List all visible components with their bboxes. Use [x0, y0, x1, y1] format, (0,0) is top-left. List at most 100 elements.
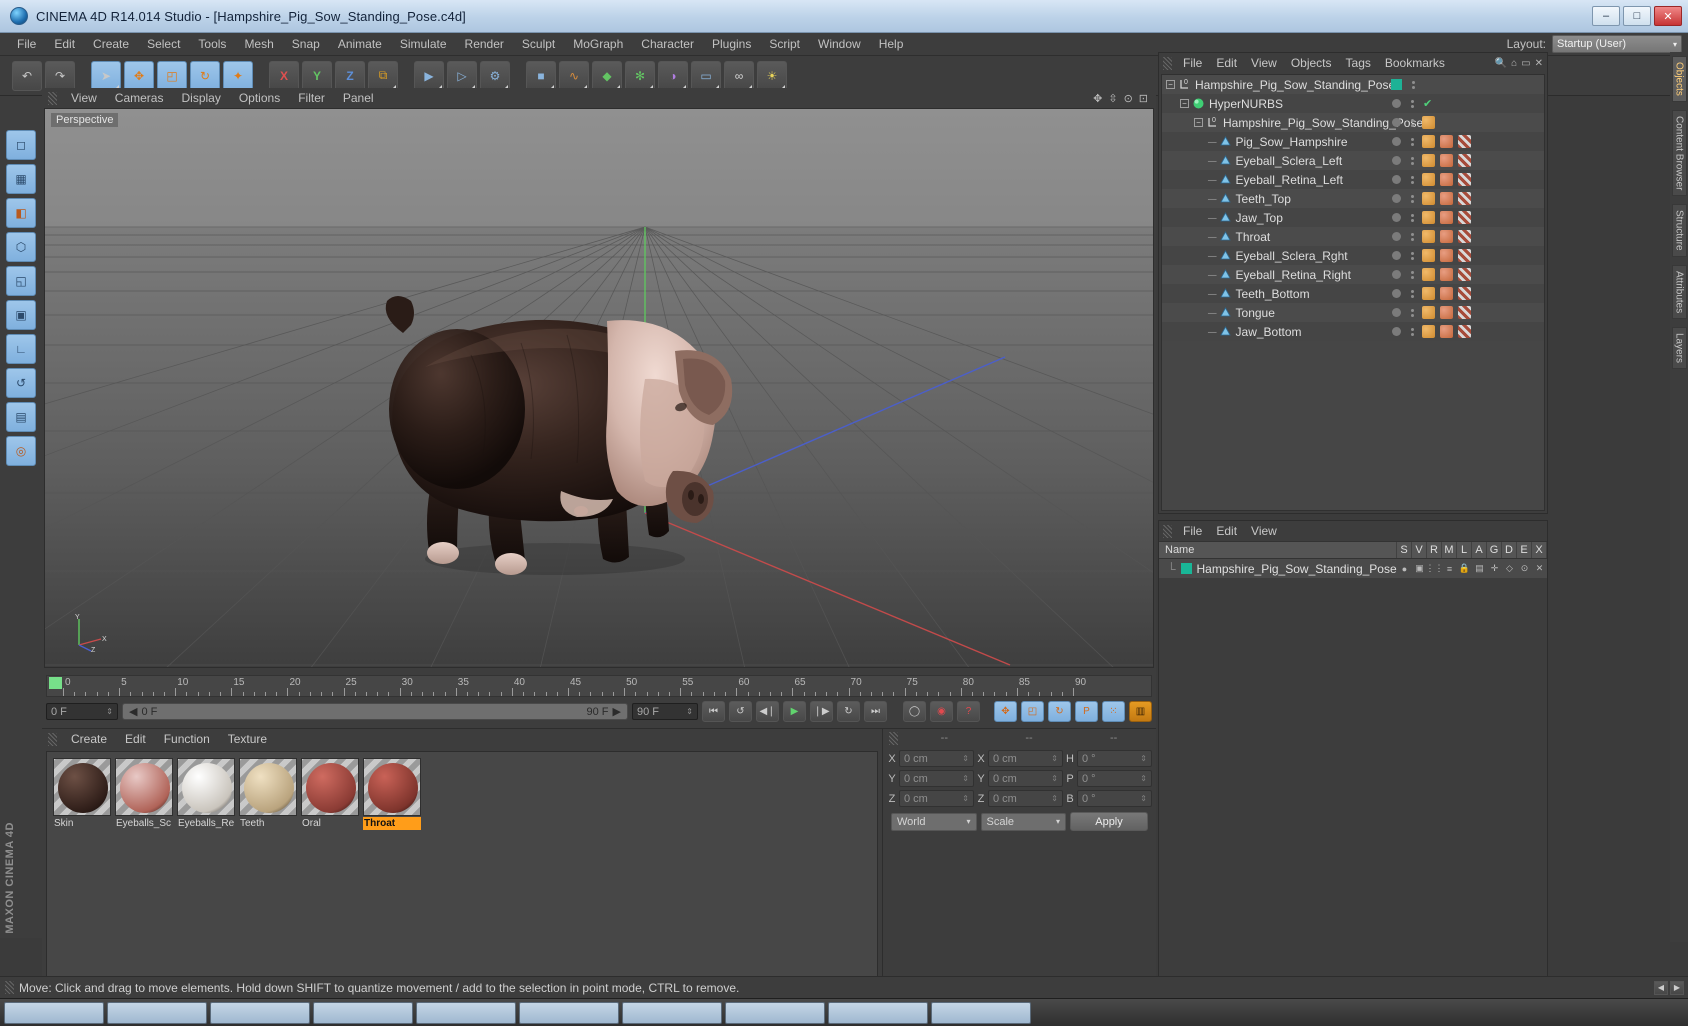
layers-menu-view[interactable]: View [1244, 521, 1284, 541]
object-tag-icon[interactable] [1458, 287, 1471, 300]
rotation-b-field[interactable]: 0 ° ⇕ [1077, 790, 1152, 807]
go-to-end-button[interactable]: ⏭ [864, 701, 887, 722]
taskbar-item[interactable] [519, 1001, 619, 1024]
object-tree[interactable]: −0 Hampshire_Pig_Sow_Standing_Pose − HyperN… [1161, 74, 1545, 511]
material-item[interactable]: Throat [363, 758, 421, 830]
object-tag-icon[interactable] [1458, 230, 1471, 243]
object-tree-row[interactable]: ─ Pig_Sow_Hampshire [1162, 132, 1544, 151]
material-swatch[interactable] [363, 758, 421, 816]
taskbar-item[interactable] [4, 1001, 104, 1024]
object-visibility-dot[interactable] [1392, 118, 1401, 127]
lock-z-axis-button[interactable]: Z [335, 60, 365, 91]
stepper-icon[interactable]: ⇕ [686, 707, 693, 716]
material-menu-texture[interactable]: Texture [220, 729, 275, 749]
object-tree-row[interactable]: ─ Eyeball_Retina_Right [1162, 265, 1544, 284]
object-tag-icon[interactable] [1440, 325, 1453, 338]
object-menu-view[interactable]: View [1244, 53, 1284, 73]
layer-color-swatch[interactable] [1180, 563, 1192, 574]
menu-script[interactable]: Script [760, 33, 809, 56]
menu-mesh[interactable]: Mesh [235, 33, 282, 56]
stepper-icon[interactable]: ⇕ [106, 707, 113, 716]
play-loop-button[interactable]: ↻ [837, 701, 860, 722]
maximize-viewport-icon[interactable]: ⊡ [1139, 92, 1148, 105]
object-enabled-check-icon[interactable]: ✔ [1423, 97, 1432, 110]
object-visibility-dot[interactable] [1392, 194, 1401, 203]
object-visibility-dot[interactable] [1392, 270, 1401, 279]
viewport-menu-panel[interactable]: Panel [335, 88, 382, 108]
object-visibility-dots[interactable] [1407, 213, 1417, 222]
object-tag-icon[interactable] [1440, 287, 1453, 300]
object-tree-row[interactable]: ─ Eyeball_Sclera_Left [1162, 151, 1544, 170]
object-tag-icon[interactable] [1440, 268, 1453, 281]
stepper-icon[interactable]: ⇕ [1051, 754, 1058, 763]
object-tag-icon[interactable] [1440, 230, 1453, 243]
menu-tools[interactable]: Tools [189, 33, 235, 56]
object-visibility-dots[interactable] [1407, 289, 1417, 298]
rotation-key-button[interactable]: ↻ [1048, 701, 1071, 722]
object-axis-mode-button[interactable]: ▣ [6, 300, 36, 330]
scale-tool-button[interactable]: ◰ [157, 60, 187, 91]
object-tag-icon[interactable] [1422, 211, 1435, 224]
tab-structure[interactable]: Structure [1671, 204, 1687, 257]
layers-col-e[interactable]: E [1517, 542, 1532, 558]
object-tree-row[interactable]: ─ Throat [1162, 227, 1544, 246]
position-key-button[interactable]: ✥ [994, 701, 1017, 722]
select-tool-button[interactable]: ➤ [91, 60, 121, 91]
object-tag-icon[interactable] [1458, 306, 1471, 319]
stepper-icon[interactable]: ⇕ [1051, 794, 1058, 803]
object-visibility-dot[interactable] [1392, 156, 1401, 165]
layers-col-m[interactable]: M [1442, 542, 1457, 558]
scrub-left-icon[interactable]: ◀ [129, 705, 137, 718]
panel-grip-icon[interactable] [48, 91, 57, 105]
layers-col-a[interactable]: A [1472, 542, 1487, 558]
layer-animation-toggle[interactable]: ▤ [1472, 563, 1487, 574]
object-tag-icon[interactable] [1422, 154, 1435, 167]
taskbar-item[interactable] [931, 1001, 1031, 1024]
play-forward-button[interactable]: ▶ [783, 701, 806, 722]
add-camera-button[interactable]: ▭ [691, 60, 721, 91]
object-visibility-dot[interactable] [1392, 99, 1401, 108]
scale-key-button[interactable]: ◰ [1021, 701, 1044, 722]
object-visibility-dots[interactable] [1407, 232, 1417, 241]
coordinate-system-dropdown[interactable]: World ▾ [891, 812, 977, 831]
object-visibility-dots[interactable] [1407, 175, 1417, 184]
polygon-mode-button[interactable]: ◧ [6, 198, 36, 228]
edges-mode-button[interactable]: ◱ [6, 266, 36, 296]
object-tag-icon[interactable] [1422, 249, 1435, 262]
layers-col-l[interactable]: L [1457, 542, 1472, 558]
taskbar-item[interactable] [210, 1001, 310, 1024]
menu-mograph[interactable]: MoGraph [564, 33, 632, 56]
object-visibility-dots[interactable] [1407, 118, 1417, 127]
object-tag-icon[interactable] [1458, 192, 1471, 205]
object-tag-icon[interactable] [1458, 173, 1471, 186]
material-item[interactable]: Eyeballs_Sc [115, 758, 173, 830]
previous-frame-button[interactable]: ◀❘ [756, 701, 779, 722]
menu-create[interactable]: Create [84, 33, 138, 56]
material-item[interactable]: Oral [301, 758, 359, 830]
object-visibility-dot[interactable] [1392, 175, 1401, 184]
stepper-icon[interactable]: ⇕ [1051, 774, 1058, 783]
go-to-start-button[interactable]: ⏮ [702, 701, 725, 722]
point-level-anim-button[interactable]: ⁙ [1102, 701, 1125, 722]
stepper-icon[interactable]: ⇕ [962, 794, 969, 803]
layers-menu-file[interactable]: File [1176, 521, 1209, 541]
object-menu-tags[interactable]: Tags [1339, 53, 1378, 73]
viewport-menu-cameras[interactable]: Cameras [107, 88, 172, 108]
world-coordinates-button[interactable]: ⧉ [368, 60, 398, 91]
render-region-button[interactable]: ▷ [447, 60, 477, 91]
timeline-ruler[interactable]: 0 5 10 15 20 25 30 35 40 45 50 55 60 65 70 75 80 85 90 [46, 675, 1152, 697]
object-visibility-dot[interactable] [1392, 289, 1401, 298]
object-tree-row[interactable]: ─ Jaw_Bottom [1162, 322, 1544, 341]
layer-lock-toggle[interactable]: 🔒 [1457, 563, 1472, 574]
object-tag-icon[interactable] [1422, 135, 1435, 148]
tab-attributes[interactable]: Attributes [1671, 264, 1687, 320]
taskbar-item[interactable] [107, 1001, 207, 1024]
object-tree-row[interactable]: ─ Teeth_Bottom [1162, 284, 1544, 303]
maximize-button[interactable]: □ [1623, 6, 1651, 26]
zoom-icon[interactable]: ⇳ [1108, 92, 1117, 105]
object-visibility-dot[interactable] [1392, 327, 1401, 336]
layer-xpresso-toggle[interactable]: ✕ [1532, 563, 1547, 574]
object-tag-icon[interactable] [1440, 154, 1453, 167]
object-visibility-dot[interactable] [1392, 213, 1401, 222]
layer-generator-toggle[interactable]: ✛ [1487, 563, 1502, 574]
